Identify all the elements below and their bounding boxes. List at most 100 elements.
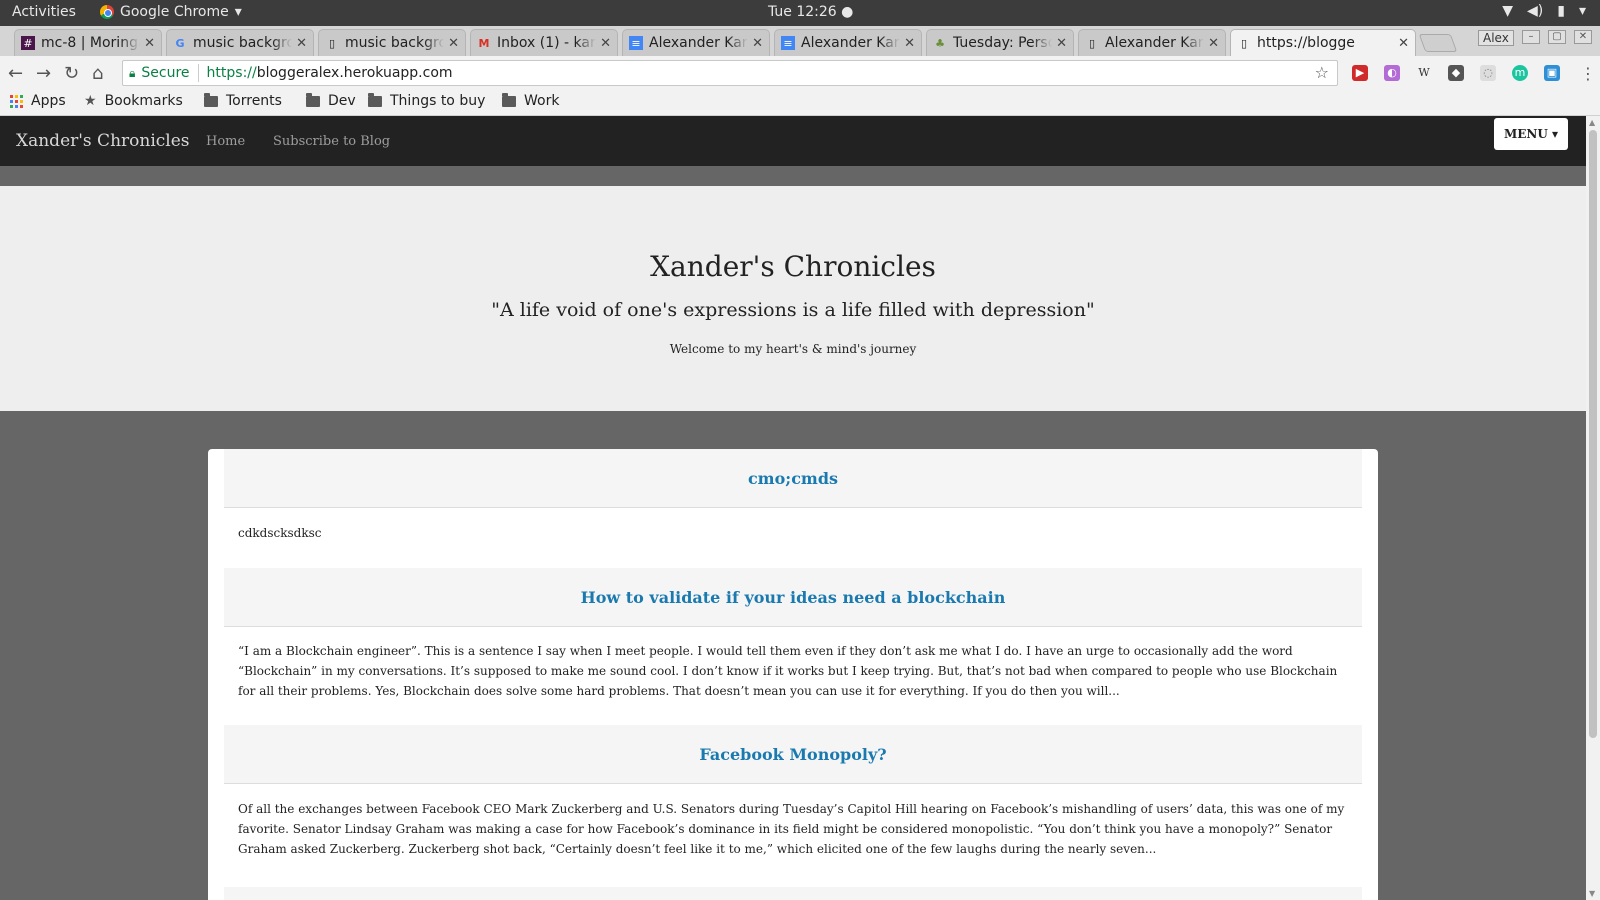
gmail-icon: M — [478, 36, 490, 50]
extension-icon[interactable]: ◐ — [1384, 65, 1400, 81]
extension-icon[interactable]: ▶ — [1352, 65, 1368, 81]
page-scrollbar[interactable]: ▲ ▼ — [1586, 116, 1600, 900]
app-menu[interactable]: Google Chrome ▾ — [100, 4, 242, 20]
tab-title: Alexander Kar — [801, 35, 900, 51]
star-icon: ★ — [84, 93, 97, 109]
extension-icon[interactable]: ◌ — [1480, 65, 1496, 81]
close-icon[interactable]: ✕ — [904, 36, 915, 51]
more-menu-icon[interactable]: ⋮ — [1580, 64, 1596, 83]
tab-title: music background — [345, 35, 444, 51]
page-icon: ▯ — [1240, 36, 1248, 50]
close-icon[interactable]: ✕ — [1398, 36, 1409, 51]
bookmarks-bar: Apps ★ Bookmarks Torrents Dev Things to … — [0, 90, 1600, 116]
post-excerpt: “I am a Blockchain engineer”. This is a … — [238, 644, 1338, 698]
extension-icon[interactable]: ▣ — [1544, 65, 1560, 81]
chrome-icon — [100, 5, 114, 19]
address-bar[interactable]: 🔒︎ Secure https:// bloggeralex.herokuapp… — [122, 60, 1338, 86]
back-icon[interactable]: ← — [8, 63, 23, 84]
secure-label[interactable]: Secure — [141, 65, 189, 81]
lock-icon[interactable]: 🔒︎ — [129, 66, 135, 81]
site-navbar: Xander's Chronicles Home Subscribe to Bl… — [0, 116, 1586, 166]
browser-tab[interactable]: ≡ Alexander Kar ✕ — [622, 29, 770, 56]
bookmark-folder[interactable]: Work — [502, 92, 560, 109]
profile-button[interactable]: Alex — [1478, 30, 1514, 46]
close-icon[interactable]: ✕ — [600, 36, 611, 51]
wikipedia-extension-icon[interactable]: W — [1416, 65, 1432, 81]
tab-title: Inbox (1) - kara — [497, 35, 597, 51]
home-icon[interactable]: ⌂ — [92, 63, 103, 84]
app-name: Google Chrome — [120, 4, 229, 20]
url-protocol: https:// — [206, 65, 257, 81]
tab-title: music background — [193, 35, 292, 51]
wifi-icon[interactable]: ▼ — [1502, 3, 1513, 19]
close-icon[interactable]: ✕ — [752, 36, 763, 51]
posts-panel: cmo;cmds cdkdscksdksc How to validate if… — [208, 449, 1378, 900]
browser-tab-active[interactable]: ▯ https://blogge ✕ — [1230, 29, 1416, 56]
close-icon[interactable]: ✕ — [1056, 36, 1067, 51]
browser-tab[interactable]: ▯ music background ✕ — [318, 29, 466, 56]
bookmark-apps[interactable]: Apps — [10, 93, 66, 109]
slack-icon: # — [21, 36, 35, 50]
scroll-down-icon[interactable]: ▼ — [1589, 889, 1595, 898]
evernote-extension-icon[interactable]: ◆ — [1448, 65, 1464, 81]
folder-icon — [306, 92, 320, 107]
nav-home-link[interactable]: Home — [206, 134, 245, 149]
close-icon[interactable]: ✕ — [144, 36, 155, 51]
browser-tab[interactable]: ▯ Alexander Kar ✕ — [1078, 29, 1226, 56]
close-window-icon[interactable]: ✕ — [1574, 30, 1592, 44]
maximize-icon[interactable]: ▢ — [1548, 30, 1566, 44]
power-menu-icon[interactable]: ▾ — [1579, 3, 1586, 19]
tab-title: Alexander Kar — [1105, 35, 1204, 51]
apps-grid-icon — [10, 94, 23, 108]
folder-icon — [204, 92, 218, 107]
reload-icon[interactable]: ↻ — [64, 63, 79, 84]
post-title-link[interactable]: cmo;cmds — [224, 449, 1362, 508]
system-tray[interactable]: ▼ ◀) ▮ ▾ — [1502, 3, 1586, 19]
close-icon[interactable]: ✕ — [448, 36, 459, 51]
new-tab-button[interactable] — [1418, 34, 1458, 52]
bookmark-folder[interactable]: Dev — [306, 92, 356, 109]
post-header — [224, 887, 1362, 900]
post-title-link[interactable]: Facebook Monopoly? — [224, 725, 1362, 784]
volume-icon[interactable]: ◀) — [1527, 3, 1543, 19]
post-header: Facebook Monopoly? — [224, 725, 1362, 784]
docs-icon: ≡ — [629, 36, 643, 50]
hero-welcome: Welcome to my heart's & mind's journey — [669, 342, 917, 356]
browser-tab[interactable]: ♣ Tuesday: Perso ✕ — [926, 29, 1074, 56]
nav-subscribe-link[interactable]: Subscribe to Blog — [273, 134, 390, 149]
browser-tab-strip: # mc-8 | Moringa ✕ G music background ✕ … — [0, 26, 1600, 56]
hero-title: Xander's Chronicles — [650, 250, 936, 283]
activities-button[interactable]: Activities — [12, 4, 76, 20]
bookmark-label: Dev — [328, 93, 356, 109]
clock[interactable]: Tue 12:26 ● — [768, 4, 853, 20]
browser-tab[interactable]: M Inbox (1) - kara ✕ — [470, 29, 618, 56]
battery-icon[interactable]: ▮ — [1557, 3, 1565, 19]
os-top-bar: Activities Google Chrome ▾ Tue 12:26 ● ▼… — [0, 0, 1600, 26]
post-title-link[interactable]: How to validate if your ideas need a blo… — [224, 568, 1362, 627]
bookmark-label: Torrents — [226, 93, 282, 109]
bookmark-folder[interactable]: Torrents — [204, 92, 282, 109]
page-icon: ▯ — [328, 36, 336, 50]
divider — [197, 64, 199, 82]
post-excerpt: cdkdscksdksc — [238, 526, 322, 540]
google-icon: G — [175, 36, 185, 50]
close-icon[interactable]: ✕ — [1208, 36, 1219, 51]
close-icon[interactable]: ✕ — [296, 36, 307, 51]
browser-tab[interactable]: ≡ Alexander Kar ✕ — [774, 29, 922, 56]
browser-tab[interactable]: # mc-8 | Moringa ✕ — [14, 29, 162, 56]
chevron-down-icon: ▾ — [234, 4, 242, 20]
extension-icon[interactable]: m — [1512, 65, 1528, 81]
browser-tab[interactable]: G music background ✕ — [166, 29, 314, 56]
bookmark-folder[interactable]: Things to buy — [368, 92, 485, 109]
forward-icon[interactable]: → — [36, 63, 51, 84]
bookmark-label: Bookmarks — [104, 93, 183, 109]
scrollbar-thumb[interactable] — [1589, 130, 1597, 738]
site-brand[interactable]: Xander's Chronicles — [16, 131, 190, 151]
bookmark-label: Work — [524, 93, 560, 109]
bookmark-bookmarks[interactable]: ★ Bookmarks — [84, 93, 183, 109]
browser-toolbar: ← → ↻ ⌂ 🔒︎ Secure https:// bloggeralex.h… — [0, 56, 1600, 90]
menu-button[interactable]: MENU ▾ — [1494, 118, 1568, 150]
bookmark-star-icon[interactable]: ☆ — [1315, 63, 1329, 82]
scroll-up-icon[interactable]: ▲ — [1589, 118, 1595, 127]
minimize-icon[interactable]: – — [1522, 30, 1540, 44]
